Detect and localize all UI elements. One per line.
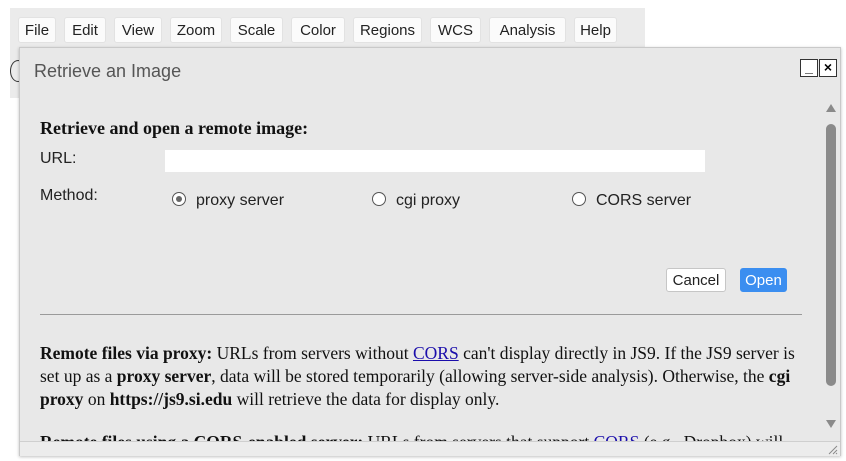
radio-cors-server[interactable] [572,192,586,206]
url-label: URL: [40,150,77,167]
proxy-help-text-3: , data will be stored temporarily (allow… [211,366,769,386]
menu-view[interactable]: View [114,17,162,43]
dialog-title: Retrieve an Image [34,61,182,81]
menu-help[interactable]: Help [574,17,617,43]
proxy-help-text-1: URLs from servers without [212,343,413,363]
menu-wcs[interactable]: WCS [430,17,481,43]
scroll-thumb[interactable] [826,124,836,386]
close-button[interactable]: × [819,59,837,77]
menu-file[interactable]: File [18,17,56,43]
radio-label-proxy-server[interactable]: proxy server [196,192,284,210]
radio-label-cgi-proxy[interactable]: cgi proxy [396,192,460,210]
menu-color[interactable]: Color [291,17,345,43]
dialog-heading: Retrieve and open a remote image: [40,118,309,138]
radio-proxy-server[interactable] [172,192,186,206]
minimize-button[interactable]: _ [800,59,818,77]
menu-scale[interactable]: Scale [230,17,283,43]
resize-grip-icon[interactable] [826,443,838,455]
dialog-titlebar[interactable]: Retrieve an Image _ × [20,48,840,92]
proxy-help-text-4: on [83,389,110,409]
url-input[interactable] [165,150,705,172]
vertical-scrollbar[interactable] [823,98,839,434]
cancel-button[interactable]: Cancel [666,268,726,292]
proxy-help-text-5: will retrieve the data for display only. [232,389,500,409]
content-divider [40,314,802,315]
retrieve-image-dialog: Retrieve an Image _ × Retrieve and open … [19,47,841,456]
minimize-icon: _ [805,59,813,75]
menu-zoom[interactable]: Zoom [170,17,222,43]
method-label: Method: [40,187,98,204]
open-button[interactable]: Open [740,268,787,292]
proxy-help-paragraph: Remote files via proxy: URLs from server… [40,342,805,411]
menu-edit[interactable]: Edit [64,17,106,43]
radio-cgi-proxy[interactable] [372,192,386,206]
proxy-help-lead: Remote files via proxy: [40,343,213,363]
dialog-bottom-strip [20,441,840,456]
js9-url-bold: https://js9.si.edu [109,389,233,409]
scroll-up-arrow-icon[interactable] [826,104,836,112]
proxy-server-bold: proxy server [116,366,212,386]
scroll-down-arrow-icon[interactable] [826,420,836,428]
radio-label-cors-server[interactable]: CORS server [596,192,691,210]
close-icon: × [823,59,833,75]
cors-link[interactable]: CORS [413,343,459,363]
menu-analysis[interactable]: Analysis [489,17,566,43]
menu-regions[interactable]: Regions [353,17,422,43]
dialog-content: Retrieve and open a remote image: URL: M… [20,92,826,442]
